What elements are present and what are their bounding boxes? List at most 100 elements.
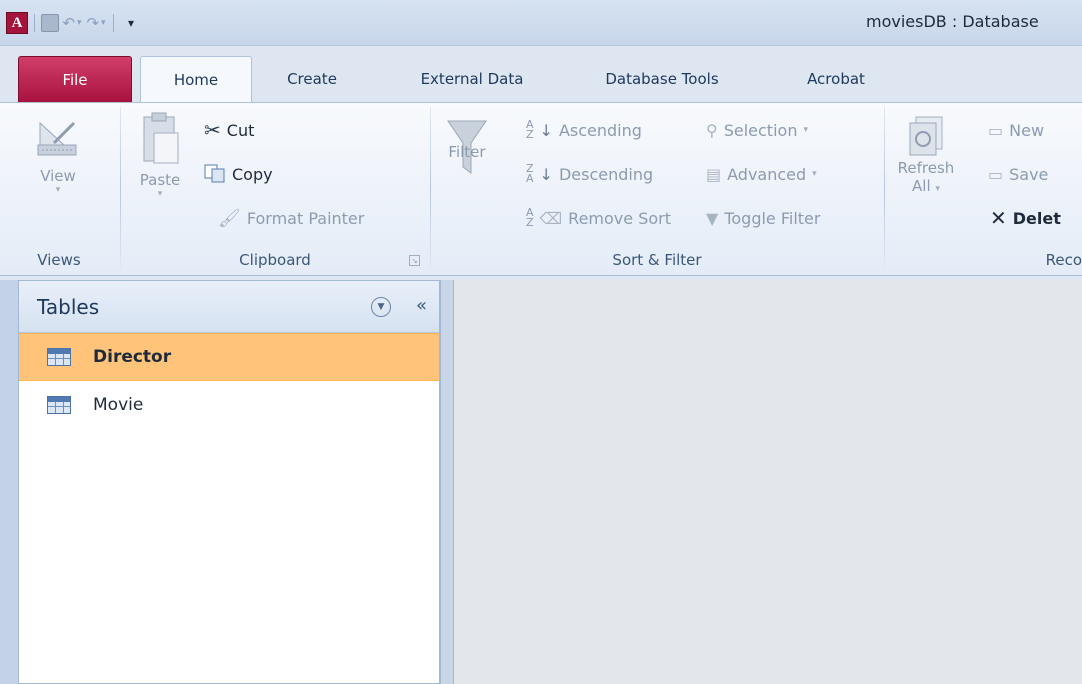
cut-button[interactable]: ✂ Cut (204, 117, 254, 143)
refresh-all-button[interactable]: Refresh All ▾ (896, 115, 956, 195)
sort-filter-group: Filter AZ ↓ Ascending ZA ↓ Descending AZ… (432, 103, 882, 275)
paste-icon (143, 112, 179, 164)
tab-external-data[interactable]: External Data (392, 56, 552, 102)
selection-button[interactable]: ⚲ Selection ▾ (706, 117, 808, 143)
table-icon (47, 348, 71, 366)
chevron-down-icon: ▾ (55, 185, 61, 195)
filter-button[interactable]: Filter (440, 119, 494, 174)
quick-access-toolbar: A ↶ ▾ ↷ ▾ ▾ (6, 10, 142, 36)
toggle-filter-icon: ▼ (706, 208, 719, 228)
access-logo-icon[interactable]: A (6, 12, 28, 34)
cut-label: Cut (226, 120, 255, 140)
records-group-label: Reco (1045, 251, 1082, 269)
refresh-icon (909, 116, 943, 156)
group-separator (430, 107, 431, 269)
nav-item-movie[interactable]: Movie (19, 381, 439, 429)
save-record-icon: ▭ (988, 164, 1004, 184)
copy-label: Copy (232, 164, 273, 184)
eraser-icon: ⌫ (539, 208, 563, 228)
toggle-filter-label: Toggle Filter (724, 208, 821, 228)
ribbon-tabs: File Home Create External Data Database … (0, 56, 1082, 103)
view-label: View (40, 167, 76, 185)
clipboard-group: Paste ▾ ✂ Cut Copy 🖌 Format Painter Clip… (122, 103, 428, 275)
delete-record-button[interactable]: ✕ Delet (990, 205, 1061, 231)
refresh-label-line1: Refresh (897, 159, 955, 177)
collapse-pane-icon[interactable]: « (416, 295, 427, 316)
tab-database-tools[interactable]: Database Tools (582, 56, 742, 102)
sort-descending-icon: ZA (526, 162, 534, 185)
paste-label: Paste (139, 171, 181, 189)
arrow-down-icon: ↓ (539, 120, 553, 140)
new-record-icon: ▭ (988, 120, 1004, 140)
refresh-label: Refresh All ▾ (898, 159, 955, 195)
qat-separator (113, 14, 114, 32)
view-icon (37, 121, 77, 156)
nav-item-director[interactable]: Director (19, 333, 439, 381)
navigation-pane: Tables ▼ « Director Movie (18, 280, 440, 684)
sort-filter-group-label: Sort & Filter (612, 251, 702, 269)
selection-filter-icon: ⚲ (706, 120, 718, 140)
nav-pane-menu-icon[interactable]: ▼ (371, 297, 391, 317)
sort-ascending-icon: AZ (526, 118, 534, 141)
chevron-down-icon: ▾ (935, 184, 940, 194)
scissors-icon: ✂ (204, 118, 221, 142)
save-label: Save (1009, 164, 1049, 184)
copy-icon (204, 164, 225, 183)
advanced-button[interactable]: ▤ Advanced ▾ (706, 161, 817, 187)
save-record-button[interactable]: ▭ Save (988, 161, 1048, 187)
nav-pane-title: Tables (37, 294, 100, 319)
chevron-down-icon: ▾ (803, 125, 808, 135)
table-icon (47, 396, 71, 414)
nav-item-label: Director (93, 347, 172, 367)
format-painter-label: Format Painter (246, 208, 365, 228)
group-separator (884, 107, 885, 269)
window-left-edge (0, 280, 18, 684)
filter-label: Filter (448, 143, 486, 161)
remove-sort-label: Remove Sort (568, 208, 671, 228)
descending-button[interactable]: ZA ↓ Descending (526, 161, 653, 187)
chevron-down-icon: ▾ (812, 169, 817, 179)
delete-label: Delet (1012, 208, 1061, 228)
nav-item-label: Movie (93, 395, 144, 415)
tab-home[interactable]: Home (140, 56, 252, 103)
pane-splitter[interactable] (440, 280, 454, 684)
advanced-label: Advanced (727, 164, 807, 184)
remove-sort-button[interactable]: AZ ⌫ Remove Sort (526, 205, 671, 231)
ascending-label: Ascending (558, 120, 642, 140)
clipboard-group-label: Clipboard (239, 251, 311, 269)
copy-button[interactable]: Copy (204, 161, 273, 187)
qat-separator (34, 14, 35, 32)
toggle-filter-button[interactable]: ▼ Toggle Filter (706, 205, 820, 231)
save-icon[interactable] (41, 14, 59, 32)
ascending-button[interactable]: AZ ↓ Ascending (526, 117, 642, 143)
window-title: moviesDB : Database (866, 12, 1039, 31)
view-button[interactable]: View ▾ (30, 115, 86, 195)
format-painter-button[interactable]: 🖌 Format Painter (218, 205, 364, 231)
redo-icon[interactable]: ↷ ▾ (85, 12, 107, 34)
paste-button[interactable]: Paste ▾ (132, 111, 188, 199)
nav-pane-header[interactable]: Tables ▼ « (19, 281, 439, 333)
remove-sort-icon: AZ (526, 206, 534, 229)
document-workspace (454, 280, 1082, 684)
group-separator (120, 107, 121, 269)
clipboard-dialog-launcher-icon[interactable]: ↘ (409, 255, 420, 266)
records-group: Refresh All ▾ ▭ New ▭ Save ✕ Delet Reco (886, 103, 1082, 275)
format-painter-icon: 🖌 (218, 207, 241, 229)
arrow-down-icon: ↓ (539, 164, 553, 184)
new-record-button[interactable]: ▭ New (988, 117, 1044, 143)
customize-qat-icon[interactable]: ▾ (120, 12, 142, 34)
undo-icon[interactable]: ↶ ▾ (61, 12, 83, 34)
delete-x-icon: ✕ (990, 206, 1007, 230)
title-bar: A ↶ ▾ ↷ ▾ ▾ moviesDB : Database (0, 0, 1082, 46)
tab-file[interactable]: File (18, 56, 132, 102)
views-group-label: Views (37, 251, 81, 269)
tab-create[interactable]: Create (266, 56, 358, 102)
refresh-label-line2: All (912, 177, 931, 195)
new-label: New (1009, 120, 1045, 140)
ribbon: View ▾ Views Paste ▾ ✂ Cut Copy 🖌 Format… (0, 102, 1082, 276)
selection-label: Selection (723, 120, 798, 140)
tab-acrobat[interactable]: Acrobat (790, 56, 882, 102)
advanced-filter-icon: ▤ (706, 164, 722, 184)
descending-label: Descending (558, 164, 654, 184)
views-group: View ▾ Views (0, 103, 118, 275)
